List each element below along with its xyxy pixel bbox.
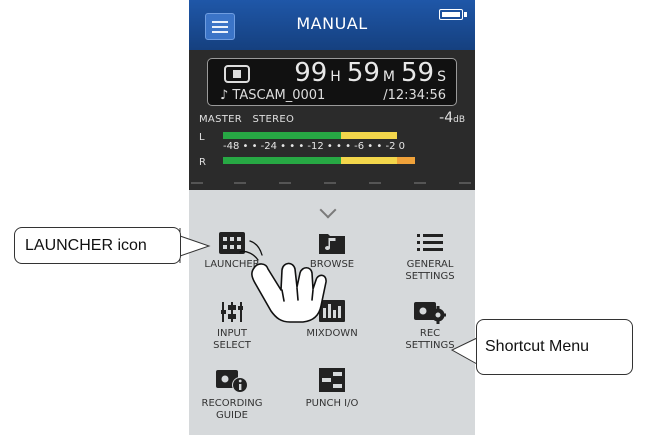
shortcut-menu: LAUNCHER BROWSE GENERAL SETTINGS INPUT S… xyxy=(189,190,475,435)
right-meter-orange xyxy=(397,157,415,164)
shortcut-menu-callout: Shortcut Menu xyxy=(476,319,633,375)
mixdown-label: MIXDOWN xyxy=(306,328,358,339)
general-settings-label: GENERAL SETTINGS xyxy=(405,259,455,282)
master-label: MASTER STEREO xyxy=(199,114,295,125)
screen-title: MANUAL xyxy=(296,14,368,33)
browse-label: BROWSE xyxy=(309,259,355,270)
general-settings-item[interactable]: GENERAL SETTINGS xyxy=(387,232,473,288)
device-screen: MANUAL 99 H 59 M 59 S ♪ TASCAM_0001 /12:34:56… xyxy=(189,0,475,435)
input-select-icon xyxy=(221,302,243,322)
recording-guide-label: RECORDING GUIDE xyxy=(201,398,263,421)
elapsed-time: 99 H 59 M 59 S xyxy=(294,58,446,88)
left-meter-green xyxy=(223,132,341,139)
punch-io-label: PUNCH I/O xyxy=(305,398,359,409)
right-meter-green xyxy=(223,157,341,164)
left-channel-label: L xyxy=(199,132,205,143)
launcher-item[interactable]: LAUNCHER xyxy=(194,232,270,288)
total-time: /12:34:56 xyxy=(383,88,446,103)
launcher-grid-icon xyxy=(219,232,245,254)
rec-settings-label: REC SETTINGS xyxy=(405,328,455,351)
divider-ticks xyxy=(189,182,475,185)
mixdown-item[interactable]: MIXDOWN xyxy=(292,300,372,340)
punch-io-item[interactable]: PUNCH I/O xyxy=(292,368,372,412)
punch-io-icon xyxy=(319,368,345,392)
title-bar: MANUAL xyxy=(189,0,475,50)
stop-icon xyxy=(224,65,250,83)
launcher-icon-callout: LAUNCHER icon xyxy=(14,227,181,264)
mixdown-icon xyxy=(319,300,345,322)
rec-settings-gear-icon xyxy=(414,302,446,324)
recording-guide-info-icon xyxy=(216,370,248,393)
meter-scale: -48 • • -24 • • • -12 • • • -6 • • -2 0 xyxy=(223,141,405,152)
input-select-item[interactable]: INPUT SELECT xyxy=(194,300,270,358)
recording-guide-item[interactable]: RECORDING GUIDE xyxy=(194,368,270,430)
transport-area: 99 H 59 M 59 S ♪ TASCAM_0001 /12:34:56 MASTER… xyxy=(189,50,475,190)
battery-icon xyxy=(439,9,463,20)
left-meter-yellow xyxy=(341,132,397,139)
list-icon xyxy=(417,234,443,251)
rec-settings-item[interactable]: REC SETTINGS xyxy=(387,300,473,358)
level-readout: -4dB xyxy=(439,110,465,126)
file-name: ♪ TASCAM_0001 xyxy=(220,88,326,103)
time-display[interactable]: 99 H 59 M 59 S ♪ TASCAM_0001 /12:34:56 xyxy=(207,58,457,106)
right-channel-label: R xyxy=(199,157,206,168)
browse-item[interactable]: BROWSE xyxy=(292,232,372,288)
music-note-folder-icon xyxy=(319,234,345,254)
right-meter-yellow xyxy=(341,157,397,164)
launcher-label: LAUNCHER xyxy=(204,259,260,270)
input-select-label: INPUT SELECT xyxy=(213,328,251,351)
chevron-down-icon[interactable] xyxy=(319,201,337,219)
